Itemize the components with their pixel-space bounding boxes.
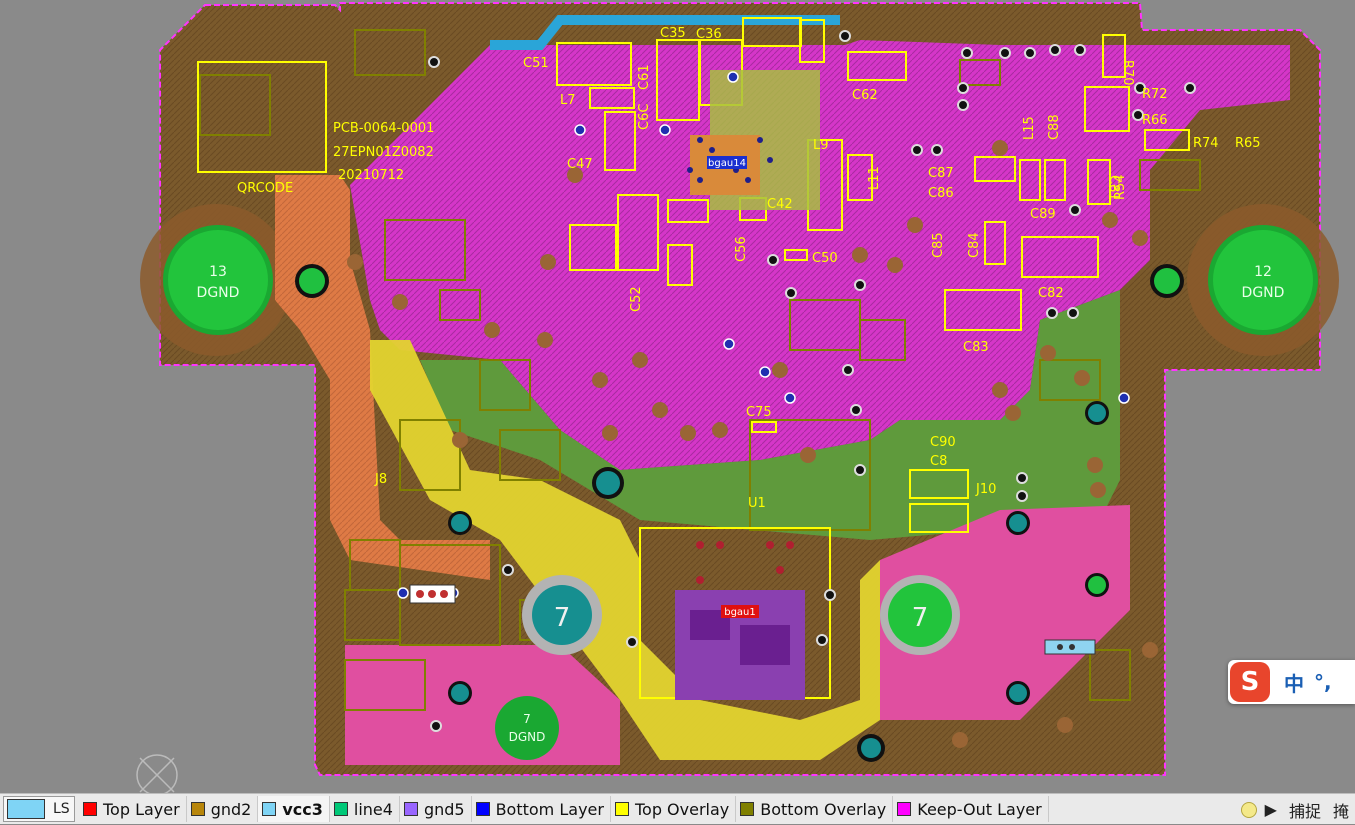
layer-color-swatch xyxy=(403,802,418,816)
ime-punctuation[interactable]: °, xyxy=(1314,670,1332,694)
label-c82: C82 xyxy=(1038,286,1064,301)
label-c52: C52 xyxy=(629,286,644,312)
label-c90: C90 xyxy=(930,435,956,450)
label-c56: C56 xyxy=(734,236,749,262)
label-l11: L11 xyxy=(867,166,882,190)
layer-tab-label: Bottom Layer xyxy=(495,799,604,819)
layer-tab-bar: LS Top Layer gnd2 vcc3 line4 gnd5 Bottom Laye… xyxy=(0,793,1355,824)
chip-bgau1-label: bgau1 xyxy=(724,607,756,618)
layer-tab-top-overlay[interactable]: Top Overlay xyxy=(611,796,737,822)
board-part-number: PCB-0064-0001 xyxy=(333,121,434,136)
chip-bgau14-label: bgau14 xyxy=(708,158,746,169)
layer-tab-label: Keep-Out Layer xyxy=(917,799,1042,819)
layer-tab-vcc3[interactable]: vcc3 xyxy=(258,796,330,822)
label-c85: C85 xyxy=(931,232,946,258)
board-date: 20210712 xyxy=(338,168,404,183)
layer-color-swatch xyxy=(740,802,755,816)
hole-7a-net: DGND xyxy=(509,730,546,744)
label-c62: C62 xyxy=(852,88,878,103)
label-c6c: C6C xyxy=(637,104,652,130)
hole-13-id: 13 xyxy=(209,264,227,280)
layer-color-swatch xyxy=(83,802,97,816)
status-light-icon xyxy=(1240,801,1257,818)
mounting-hole-12: 12 DGND xyxy=(1208,225,1318,335)
layer-tab-gnd2[interactable]: gnd2 xyxy=(187,796,259,822)
qr-label: QRCODE xyxy=(237,181,293,196)
hole-12-id: 12 xyxy=(1254,264,1272,280)
label-c86: C86 xyxy=(928,186,954,201)
layer-set-label: LS xyxy=(53,801,70,817)
label-r74: R74 xyxy=(1193,136,1219,151)
layer-color-swatch xyxy=(262,802,277,816)
label-c75: C75 xyxy=(746,405,772,420)
snap-button[interactable]: 捕捉 xyxy=(1283,798,1327,822)
layer-color-swatch xyxy=(475,802,490,816)
hole-7b-id: 7 xyxy=(554,603,571,633)
label-r66: R66 xyxy=(1142,113,1168,128)
layer-color-swatch xyxy=(897,802,912,816)
layer-tab-label: Bottom Overlay xyxy=(760,799,887,819)
chip-bgau1[interactable]: bgau1 xyxy=(721,605,759,618)
layer-color-swatch xyxy=(614,802,629,816)
status-tools: ▶ 捕捉 掩 xyxy=(1239,794,1355,825)
hole-13-net: DGND xyxy=(197,285,240,301)
layer-tab-bottom-overlay[interactable]: Bottom Overlay xyxy=(736,796,894,822)
label-c84: C84 xyxy=(967,232,982,258)
label-c36: C36 xyxy=(696,27,722,42)
label-c83: C83 xyxy=(963,340,989,355)
mask-button[interactable]: 掩 xyxy=(1327,798,1355,822)
label-l9: L9 xyxy=(813,138,829,153)
label-c81: C81 xyxy=(1106,175,1121,201)
mounting-hole-7-dgnd: 7 DGND xyxy=(495,696,559,760)
pink-region-left xyxy=(345,645,620,765)
label-u1: U1 xyxy=(748,496,766,511)
ime-mode[interactable]: 中 xyxy=(1284,668,1304,697)
label-c89: C89 xyxy=(1030,207,1056,222)
layer-tab-bottom-layer[interactable]: Bottom Layer xyxy=(472,796,611,822)
layer-tab-label: gnd5 xyxy=(423,799,465,819)
label-c47: C47 xyxy=(567,157,593,172)
ime-toolbar[interactable]: S 中 °, xyxy=(1228,660,1355,704)
label-r72: R72 xyxy=(1142,87,1168,102)
layer-set-swatch xyxy=(7,799,45,819)
label-r70: R70 xyxy=(1120,60,1135,86)
layer-tab-label: gnd2 xyxy=(210,799,252,819)
label-c51: C51 xyxy=(523,56,549,71)
layer-tab-label: Top Overlay xyxy=(634,799,730,819)
label-l7: L7 xyxy=(560,93,576,108)
layer-tab-label: line4 xyxy=(353,799,393,819)
origin-marker-icon xyxy=(136,754,178,796)
layer-set-button[interactable]: LS xyxy=(3,796,75,822)
sogou-ime-icon[interactable]: S xyxy=(1230,662,1270,702)
hole-7c-id: 7 xyxy=(912,603,929,633)
layer-tab-label: Top Layer xyxy=(103,799,180,819)
mounting-hole-13: 13 DGND xyxy=(163,225,273,335)
layer-tab-line4[interactable]: line4 xyxy=(330,796,400,822)
label-c42: C42 xyxy=(767,197,793,212)
label-c50: C50 xyxy=(812,251,838,266)
layer-tab-top-layer[interactable]: Top Layer xyxy=(79,796,187,822)
layer-color-swatch xyxy=(190,802,205,816)
layer-color-swatch xyxy=(333,802,348,816)
board-serial: 27EPN01Z0082 xyxy=(333,145,434,160)
label-j8: J8 xyxy=(374,472,387,487)
label-l15: L15 xyxy=(1022,116,1037,140)
filter-icon[interactable]: ▶ xyxy=(1259,800,1283,819)
mounting-hole-7-green: 7 xyxy=(880,575,960,655)
label-r65: R65 xyxy=(1235,136,1261,151)
label-c35: C35 xyxy=(660,26,686,41)
hole-7a-id: 7 xyxy=(523,712,531,726)
label-c61: C61 xyxy=(637,64,652,90)
hole-12-net: DGND xyxy=(1242,285,1285,301)
label-c8: C8 xyxy=(930,454,947,469)
chip-bgau14[interactable]: bgau14 xyxy=(707,156,747,169)
layer-tab-label: vcc3 xyxy=(282,799,323,819)
label-c88: C88 xyxy=(1047,114,1062,140)
layer-tab-keep-out-layer[interactable]: Keep-Out Layer xyxy=(893,796,1049,822)
label-c87: C87 xyxy=(928,166,954,181)
label-j10: J10 xyxy=(975,482,996,497)
mounting-hole-7-teal: 7 xyxy=(522,575,602,655)
pcb-canvas[interactable]: 13 DGND 12 DGND 7 DGND 7 7 PCB-0064-0001… xyxy=(0,0,1355,796)
layer-tab-gnd5[interactable]: gnd5 xyxy=(400,796,472,822)
